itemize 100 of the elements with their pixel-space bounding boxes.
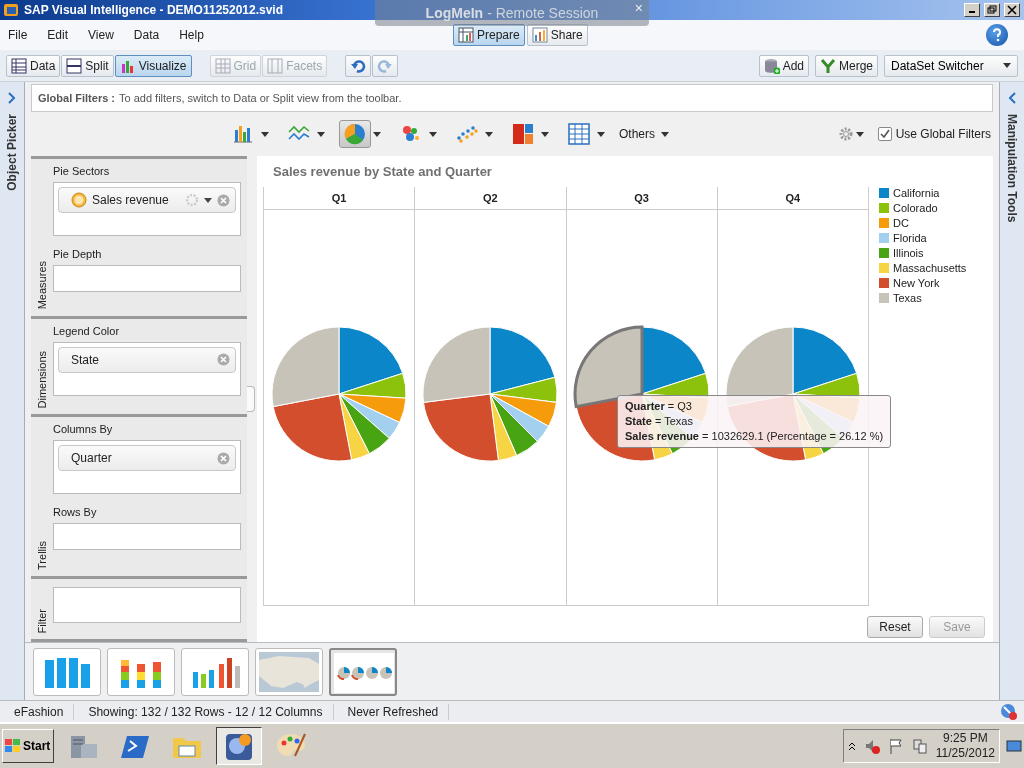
menu-item[interactable]: Edit: [47, 28, 69, 42]
close-button[interactable]: [1004, 3, 1020, 17]
checkbox[interactable]: [877, 127, 892, 141]
toolbar-button[interactable]: Add: [758, 54, 809, 77]
drop-zone[interactable]: Sales revenue: [53, 182, 241, 236]
feed-item[interactable]: Quarter: [58, 445, 236, 472]
bar-chart-icon: [531, 27, 548, 43]
menu-item[interactable]: View: [88, 28, 114, 42]
collapse-handle[interactable]: [247, 386, 255, 412]
section-label: Filter: [36, 608, 48, 633]
caret-icon: [661, 131, 669, 137]
legend-label: Illinois: [893, 247, 924, 259]
legend-label: Texas: [893, 292, 922, 304]
caret-icon: [317, 131, 325, 137]
caret-icon: [855, 131, 864, 137]
legend-label: Colorado: [893, 202, 938, 214]
panel-tab[interactable]: Object Picker: [5, 114, 19, 191]
others-menu[interactable]: Others: [619, 127, 655, 141]
pie-chart-icon: [343, 122, 367, 146]
status-text: Showing: 132 / 132 Rows - 12 / 12 Columns: [74, 703, 334, 720]
menu-item[interactable]: Data: [133, 28, 160, 42]
dropdown[interactable]: DataSet Switcher: [884, 54, 1018, 77]
caret-icon: [373, 131, 381, 137]
table-icon: [567, 122, 591, 146]
caret-icon: [204, 197, 212, 203]
remove-icon[interactable]: [217, 353, 230, 367]
status-text: Never Refreshed: [333, 703, 450, 720]
legend-label: California: [893, 187, 940, 199]
feed-item[interactable]: State: [58, 346, 236, 373]
panel-tab[interactable]: Manipulation Tools: [1005, 114, 1019, 223]
banner-subtitle: - Remote Session: [487, 5, 599, 21]
remove-icon[interactable]: [217, 451, 230, 465]
settings-icon[interactable]: [837, 126, 854, 142]
section-label: Trellis: [36, 541, 48, 570]
slot-label: Pie Depth: [53, 248, 103, 260]
expand-icon[interactable]: [1008, 92, 1016, 104]
minimize-button[interactable]: [964, 3, 980, 17]
speaker-muted-icon[interactable]: [863, 738, 880, 754]
slot-label: Pie Sectors: [53, 165, 111, 177]
help-icon[interactable]: [986, 24, 1008, 46]
status-text: eFashion: [0, 703, 75, 720]
restore-button[interactable]: [984, 3, 1000, 17]
redo-icon: [377, 57, 394, 74]
chart-button[interactable]: Reset: [867, 616, 923, 638]
slot-label: Rows By: [53, 506, 98, 519]
chevron-icon[interactable]: [847, 742, 856, 750]
mode-button[interactable]: Prepare: [453, 24, 525, 46]
section-label: Dimensions: [36, 350, 48, 409]
column-header: Q2: [483, 191, 498, 206]
view-button[interactable]: Split: [61, 54, 114, 77]
caret-icon: [597, 131, 605, 137]
map-thumbnail[interactable]: [259, 651, 319, 692]
flag-icon[interactable]: [887, 738, 904, 754]
remove-icon[interactable]: [217, 193, 230, 207]
tooltip-line: State = Texas: [625, 414, 694, 429]
view-button[interactable]: Visualize: [114, 54, 192, 77]
slot-label: Legend Color: [53, 324, 121, 337]
feed-item[interactable]: Sales revenue: [58, 187, 236, 213]
windows-logo-icon: [5, 739, 21, 753]
merge-icon: [820, 57, 836, 74]
table-icon: [11, 57, 27, 74]
checkbox-label: Use Global Filters: [895, 127, 991, 141]
facets-icon: [267, 57, 284, 74]
app-icon: [4, 3, 20, 17]
toolbar-button[interactable]: Merge: [815, 54, 878, 77]
restore-icon: [987, 5, 997, 15]
taskbar-button[interactable]: [216, 727, 262, 765]
expand-icon[interactable]: [8, 92, 16, 104]
caret-icon: [485, 131, 493, 137]
mode-button[interactable]: Share: [526, 24, 588, 46]
feed-item-label: Quarter: [71, 451, 113, 466]
network-icon[interactable]: [911, 738, 928, 754]
undo-button[interactable]: [345, 54, 372, 77]
caret-icon: [429, 131, 437, 137]
pie-chart-thumbnail[interactable]: [334, 652, 394, 693]
slot-label: Columns By: [53, 423, 114, 436]
treemap-icon: [511, 122, 535, 146]
banner-brand: LogMeIn: [425, 5, 484, 21]
drop-zone[interactable]: Quarter: [53, 440, 241, 495]
window-title: SAP Visual Intelligence - DEMO11252012.svid: [24, 3, 283, 17]
tooltip-line: Quarter = Q3: [625, 399, 693, 414]
tooltip-line: Sales revenue = 1032629.1 (Percentage = 26.12 %): [625, 429, 884, 444]
menu-item[interactable]: Help: [179, 28, 204, 42]
caret-icon: [541, 131, 549, 137]
filter-label: Global Filters :: [38, 92, 115, 104]
feed-item-label: State: [71, 352, 101, 367]
filter-hint: To add filters, switch to Data or Split view from the toolbar.: [119, 92, 402, 104]
legend-label: New York: [893, 277, 940, 289]
legend-label: DC: [893, 217, 909, 229]
view-button[interactable]: Data: [6, 54, 61, 77]
column-header: Q3: [634, 191, 649, 206]
chart-type-button[interactable]: [339, 120, 371, 148]
show-desktop-icon[interactable]: [1006, 740, 1022, 752]
legend-label: Florida: [893, 232, 927, 244]
table-icon: [458, 27, 474, 43]
menu-item[interactable]: File: [8, 28, 28, 42]
drop-zone[interactable]: State: [53, 341, 241, 396]
start-button[interactable]: Start: [2, 729, 54, 763]
measure-icon: [71, 192, 87, 208]
clock-date: 11/25/2012: [935, 746, 995, 761]
